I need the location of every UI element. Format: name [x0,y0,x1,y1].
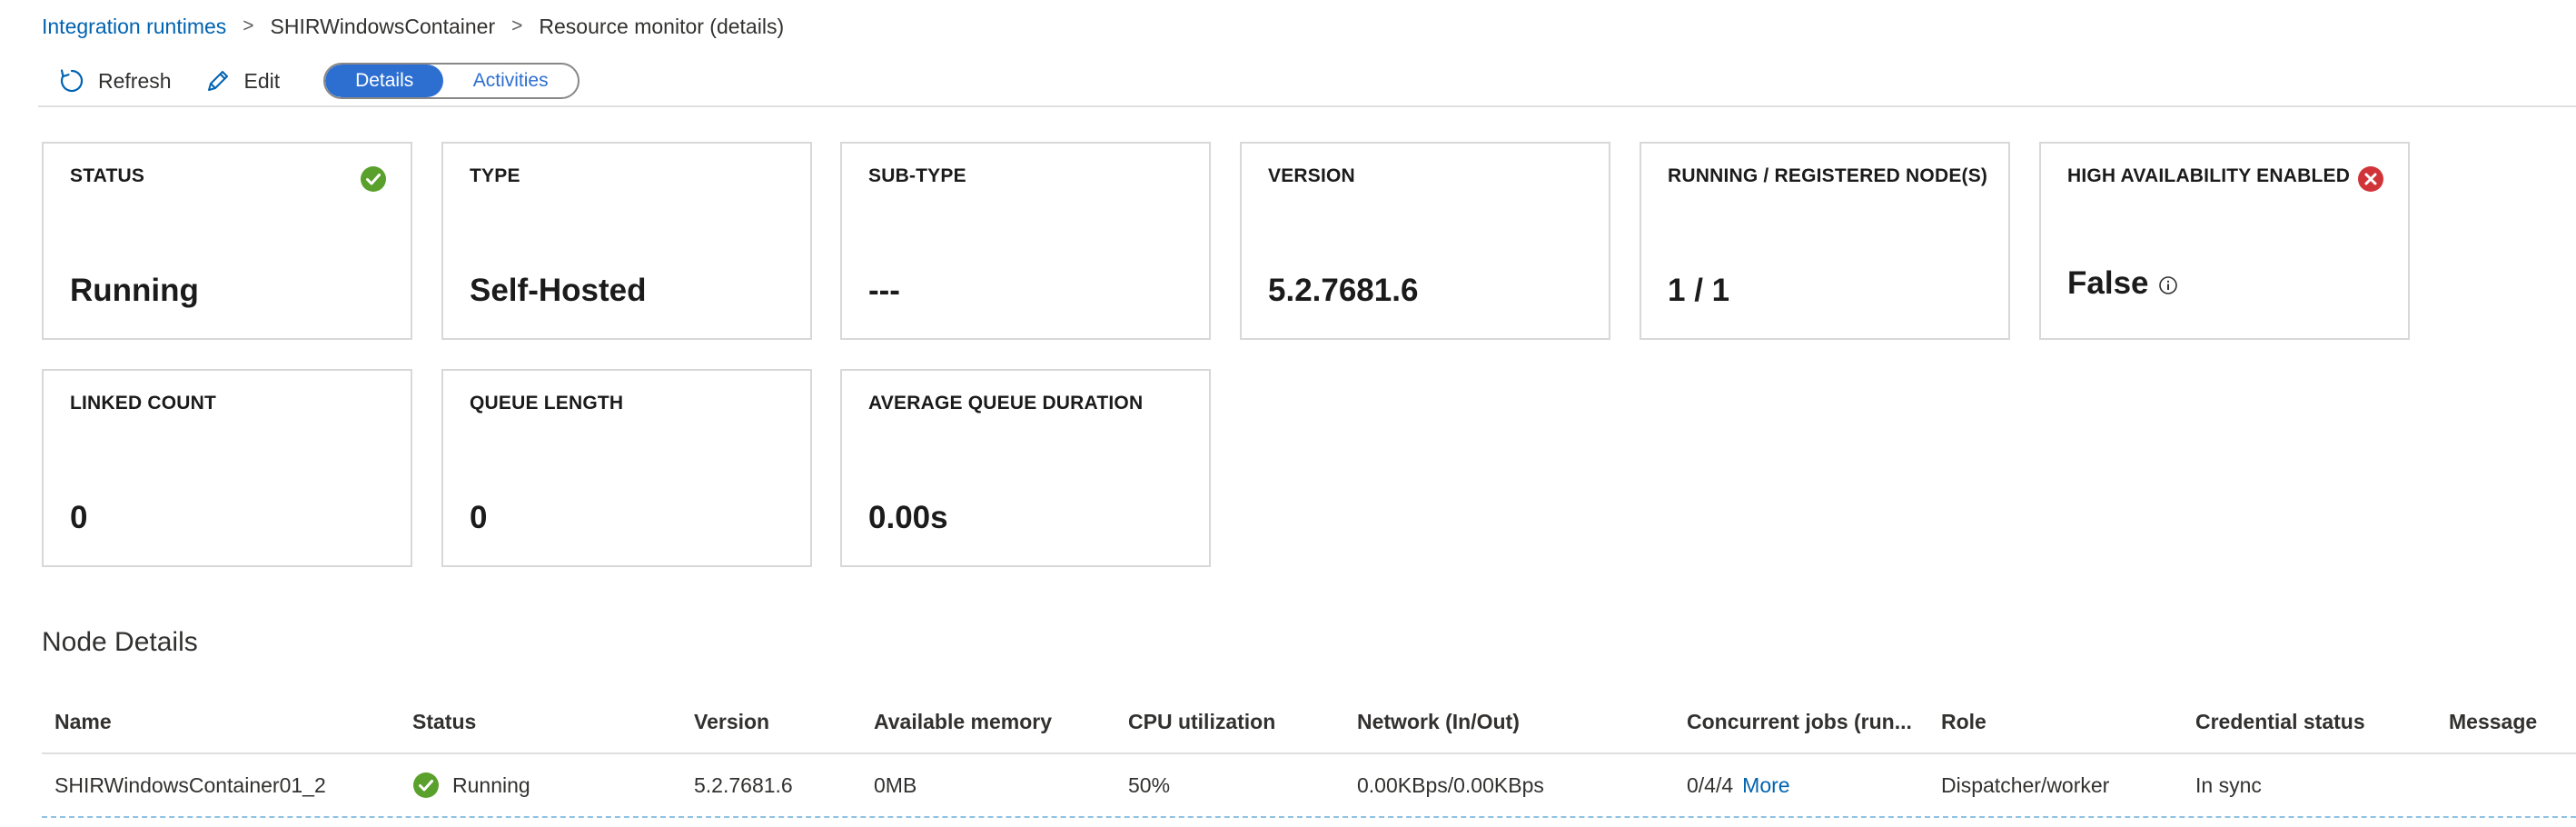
high-availability-card: HIGH AVAILABILITY ENABLED False [2039,142,2410,340]
table-row[interactable]: SHIRWindowsContainer01_2 Running 5.2.768… [42,754,2576,818]
refresh-label: Refresh [98,68,172,93]
version-card: VERSION 5.2.7681.6 [1240,142,1610,340]
edit-button[interactable]: Edit [184,61,293,101]
column-header-credential-status[interactable]: Credential status [2195,691,2365,752]
queue-length-card: QUEUE LENGTH 0 [441,369,812,567]
column-header-network[interactable]: Network (In/Out) [1357,691,1520,752]
breadcrumb-integration-runtimes[interactable]: Integration runtimes [42,15,226,39]
error-x-icon [2358,166,2383,192]
average-queue-duration-card-value: 0.00s [868,500,948,535]
table-header: Name Status Version Available memory CPU… [42,691,2576,754]
node-details-title: Node Details [42,627,198,657]
version-card-label: VERSION [1268,165,1355,186]
cell-node-credential-status: In sync [2195,772,2262,797]
cell-node-concurrent-jobs: 0/4/4 More [1687,754,1790,816]
breadcrumb-runtime-name: SHIRWindowsContainer [270,14,496,38]
view-toggle: Details Activities [323,63,580,99]
breadcrumb: Integration runtimes > SHIRWindowsContai… [42,11,784,42]
status-card: STATUS Running [42,142,412,340]
tab-activities[interactable]: Activities [443,65,578,97]
edit-pencil-icon [207,71,228,91]
refresh-button[interactable]: Refresh [38,61,184,101]
column-header-version[interactable]: Version [694,691,769,752]
status-card-label: STATUS [70,165,145,186]
column-header-name[interactable]: Name [54,691,112,752]
linked-count-card-label: LINKED COUNT [70,393,217,414]
linked-count-card: LINKED COUNT 0 [42,369,412,567]
column-header-cpu-utilization[interactable]: CPU utilization [1128,691,1275,752]
status-card-value: Running [70,273,199,308]
average-queue-duration-card-label: AVERAGE QUEUE DURATION [868,393,1144,414]
high-availability-card-value-wrap: False [2067,265,2178,302]
column-header-available-memory[interactable]: Available memory [874,691,1052,752]
nodes-card-value: 1 / 1 [1668,273,1730,308]
breadcrumb-separator: > [243,15,254,36]
breadcrumb-current-page: Resource monitor (details) [539,14,785,38]
node-details-table: Name Status Version Available memory CPU… [42,691,2576,818]
queue-length-card-value: 0 [470,500,488,535]
nodes-card: RUNNING / REGISTERED NODE(S) 1 / 1 [1640,142,2010,340]
refresh-icon [60,69,84,93]
edit-label: Edit [243,68,281,93]
sub-type-card: SUB-TYPE --- [840,142,1211,340]
toolbar: Refresh Edit Details Activities [38,56,2576,107]
queue-length-card-label: QUEUE LENGTH [470,393,624,414]
type-card-value: Self-Hosted [470,273,647,308]
sub-type-card-value: --- [868,273,900,308]
column-header-message[interactable]: Message [2449,691,2537,752]
type-card-label: TYPE [470,165,520,186]
cell-node-name: SHIRWindowsContainer01_2 [54,772,326,797]
high-availability-card-value: False [2067,265,2149,301]
linked-count-card-value: 0 [70,500,88,535]
high-availability-card-label: HIGH AVAILABILITY ENABLED [2067,165,2351,186]
success-check-icon [413,772,439,798]
cell-node-jobs-value: 0/4/4 [1687,772,1734,797]
column-header-concurrent-jobs[interactable]: Concurrent jobs (run... [1687,691,1912,752]
column-header-status[interactable]: Status [412,691,476,752]
version-card-value: 5.2.7681.6 [1268,273,1419,308]
average-queue-duration-card: AVERAGE QUEUE DURATION 0.00s [840,369,1211,567]
success-check-icon [361,166,386,192]
cell-node-memory: 0MB [874,772,917,797]
cell-node-status-text: Running [452,772,530,797]
column-header-role[interactable]: Role [1941,691,1986,752]
cell-node-version: 5.2.7681.6 [694,772,793,797]
tab-details[interactable]: Details [325,65,444,97]
cell-node-network: 0.00KBps/0.00KBps [1357,772,1544,797]
nodes-card-label: RUNNING / REGISTERED NODE(S) [1668,165,1988,186]
more-link[interactable]: More [1742,773,1789,798]
cell-node-role: Dispatcher/worker [1941,772,2110,797]
info-icon[interactable] [2158,275,2178,295]
cell-node-status: Running [412,754,530,816]
cell-node-cpu: 50% [1128,772,1171,797]
type-card: TYPE Self-Hosted [441,142,812,340]
sub-type-card-label: SUB-TYPE [868,165,966,186]
breadcrumb-separator: > [511,15,523,36]
